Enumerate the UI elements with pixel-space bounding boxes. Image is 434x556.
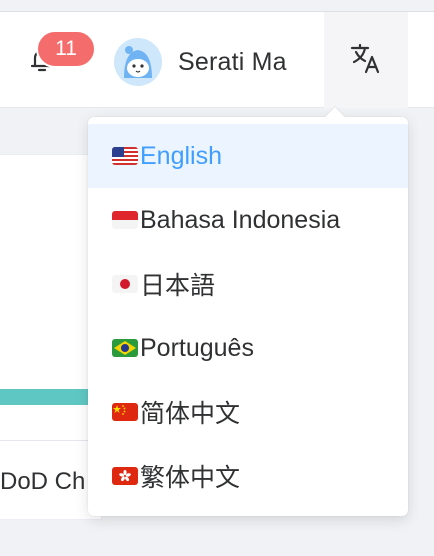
language-label: 繁体中文 [140,464,241,492]
cn-flag-icon [112,403,138,421]
language-option-portuguese[interactable]: Português [88,316,408,380]
top-border [0,0,434,12]
background-card [0,154,102,520]
br-flag-icon [112,339,138,357]
notification-count-badge: 11 [36,30,96,68]
language-dropdown-menu: English Bahasa Indonesia 日本語 Português 简… [88,117,408,516]
language-label: 日本語 [140,272,216,300]
header-bar: 11 Serati Ma [0,12,434,108]
user-menu[interactable]: Serati Ma [114,37,287,87]
language-label: English [140,141,222,170]
id-flag-icon [112,211,138,229]
user-name: Serati Ma [178,47,287,76]
language-option-traditional-chinese[interactable]: 繁体中文 [88,444,408,508]
avatar [114,38,162,86]
language-option-simplified-chinese[interactable]: 简体中文 [88,380,408,444]
card-text: DoD Ch [0,468,86,495]
jp-flag-icon [112,275,138,293]
hk-flag-icon [112,467,138,485]
language-option-english[interactable]: English [88,124,408,188]
translate-icon [349,41,383,80]
us-flag-icon [112,147,138,165]
progress-bar [0,389,102,405]
language-option-japanese[interactable]: 日本語 [88,252,408,316]
language-label: Português [140,333,254,362]
card-divider [0,440,102,441]
language-label: 简体中文 [140,400,241,428]
language-label: Bahasa Indonesia [140,205,341,234]
language-switch-button[interactable] [324,12,408,108]
language-option-bahasa-indonesia[interactable]: Bahasa Indonesia [88,188,408,252]
